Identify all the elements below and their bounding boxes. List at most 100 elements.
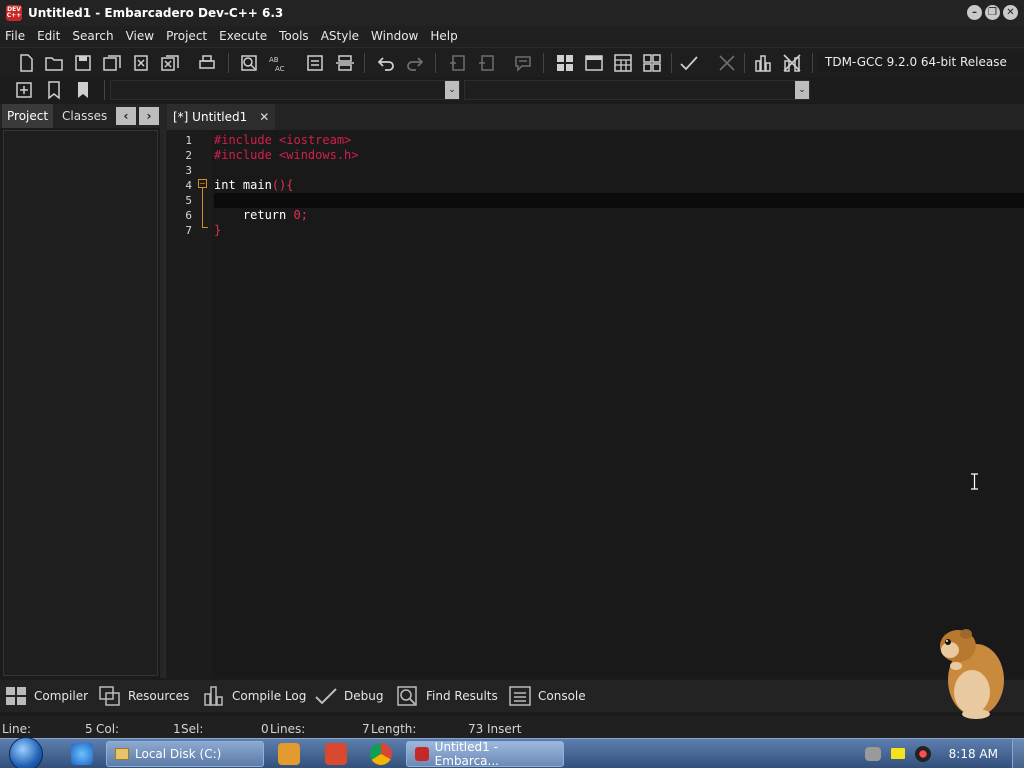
tab-console[interactable]: Console: [508, 685, 586, 707]
show-desktop-button[interactable]: [1012, 739, 1024, 768]
save-button[interactable]: [72, 52, 94, 74]
bar-chart-icon: [755, 55, 771, 72]
run-button[interactable]: [583, 52, 605, 74]
member-dropdown[interactable]: ⌄: [464, 80, 810, 100]
find-icon: [397, 686, 417, 706]
close-file-icon: [134, 55, 148, 71]
save-all-button[interactable]: [101, 52, 123, 74]
editor-tab-label: [*] Untitled1: [173, 110, 248, 124]
hamster-mascot-icon: [940, 629, 1004, 719]
open-button[interactable]: [43, 52, 65, 74]
code-editor[interactable]: 1 2 3 4 5 6 7 − #include <iostream> #inc…: [165, 130, 1024, 678]
unindent-button[interactable]: [334, 52, 356, 74]
menu-project[interactable]: Project: [160, 26, 213, 47]
menu-file[interactable]: File: [0, 26, 31, 47]
network-tray-icon[interactable]: [865, 747, 881, 761]
tab-find-results[interactable]: Find Results: [396, 685, 498, 707]
tab-scroll-left-button[interactable]: ‹: [116, 107, 136, 125]
tab-label: Resources: [128, 689, 190, 703]
find-button[interactable]: [238, 52, 260, 74]
notification-tray-icon[interactable]: [891, 748, 905, 759]
print-button[interactable]: [196, 52, 218, 74]
undo-button[interactable]: [375, 52, 397, 74]
close-button[interactable]: ✕: [1003, 5, 1018, 20]
goto-bookmark-button[interactable]: [13, 79, 35, 101]
taskbar-explorer-window[interactable]: Local Disk (C:): [106, 741, 264, 767]
tab-scroll-right-button[interactable]: ›: [139, 107, 159, 125]
recorder-tray-icon[interactable]: [915, 746, 931, 762]
close-file-button[interactable]: [130, 52, 152, 74]
line-number: 6: [185, 209, 192, 222]
menu-view[interactable]: View: [120, 26, 160, 47]
add-to-project-button[interactable]: [447, 52, 469, 74]
status-lines-value: 7: [362, 722, 370, 736]
menu-tools[interactable]: Tools: [273, 26, 315, 47]
save-icon: [75, 55, 91, 71]
status-lines-label: Lines:: [270, 722, 306, 736]
code-text-area[interactable]: #include <iostream> #include <windows.h>…: [214, 130, 1024, 678]
class-dropdown[interactable]: ⌄: [110, 80, 460, 100]
replace-button[interactable]: AB AC: [267, 52, 289, 74]
goto-line-button[interactable]: [72, 79, 94, 101]
close-tab-icon[interactable]: ✕: [259, 104, 269, 130]
clock[interactable]: 8:18 AM: [949, 747, 998, 761]
line-number: 4: [185, 179, 192, 192]
menu-execute[interactable]: Execute: [213, 26, 273, 47]
line-number-gutter: 1 2 3 4 5 6 7 −: [166, 130, 212, 678]
compiler-selector[interactable]: TDM-GCC 9.2.0 64-bit Release: [818, 52, 1024, 72]
menu-search[interactable]: Search: [66, 26, 119, 47]
status-col-value: 1: [173, 722, 181, 736]
restore-button[interactable]: ❐: [985, 5, 1000, 20]
start-button[interactable]: [9, 737, 43, 768]
line-number: 3: [185, 164, 192, 177]
windows-taskbar: Local Disk (C:) Untitled1 - Embarca... 8…: [0, 737, 1024, 768]
toolbar-separator: [228, 53, 229, 73]
undo-icon: [377, 57, 394, 71]
tab-classes[interactable]: Classes: [57, 104, 112, 128]
fold-collapse-icon[interactable]: −: [198, 179, 207, 188]
rebuild-all-button[interactable]: [641, 52, 663, 74]
menu-help[interactable]: Help: [424, 26, 463, 47]
compile-and-run-button[interactable]: [612, 52, 634, 74]
tab-compile-log[interactable]: Compile Log: [202, 685, 306, 707]
toolbar-separator: [364, 53, 365, 73]
delete-profile-button[interactable]: [781, 52, 803, 74]
project-browser[interactable]: [3, 130, 158, 676]
minimize-button[interactable]: –: [967, 5, 982, 20]
new-file-button[interactable]: [15, 52, 37, 74]
indent-button[interactable]: [304, 52, 326, 74]
menu-edit[interactable]: Edit: [31, 26, 66, 47]
svg-text:AC: AC: [275, 65, 285, 73]
taskbar-task-label: Untitled1 - Embarca...: [434, 740, 499, 768]
profile-button[interactable]: [752, 52, 774, 74]
tab-debug[interactable]: Debug: [314, 685, 383, 707]
toolbar-separator: [744, 53, 745, 73]
syntax-check-button[interactable]: [678, 52, 700, 74]
delete-profile-icon: [783, 54, 801, 72]
add-file-icon: [450, 55, 465, 71]
remove-from-project-button[interactable]: [476, 52, 498, 74]
tab-resources[interactable]: Resources: [98, 685, 189, 707]
internet-explorer-icon[interactable]: [71, 743, 93, 765]
paint-icon[interactable]: [325, 743, 347, 765]
menu-astyle[interactable]: AStyle: [315, 26, 365, 47]
editor-tab-untitled1[interactable]: [*] Untitled1 ✕: [167, 104, 276, 130]
project-options-button[interactable]: [512, 52, 534, 74]
resources-icon: [99, 686, 120, 706]
close-all-button[interactable]: [159, 52, 181, 74]
compile-button[interactable]: [554, 52, 576, 74]
current-line-highlight: [214, 193, 1024, 208]
tab-project[interactable]: Project: [2, 104, 54, 128]
taskbar-devcpp-window[interactable]: Untitled1 - Embarca...: [406, 740, 564, 768]
tab-compiler[interactable]: Compiler: [4, 685, 88, 707]
toolbar-separator: [812, 53, 813, 73]
chrome-icon[interactable]: [370, 743, 392, 765]
menu-window[interactable]: Window: [365, 26, 424, 47]
indent-icon: [307, 55, 323, 71]
menu-bar: File Edit Search View Project Execute To…: [0, 26, 1024, 47]
toggle-bookmark-button[interactable]: [43, 79, 65, 101]
stop-execution-button[interactable]: [716, 52, 738, 74]
code-line: }: [214, 223, 1024, 238]
redo-button[interactable]: [404, 52, 426, 74]
media-player-icon[interactable]: [278, 743, 300, 765]
